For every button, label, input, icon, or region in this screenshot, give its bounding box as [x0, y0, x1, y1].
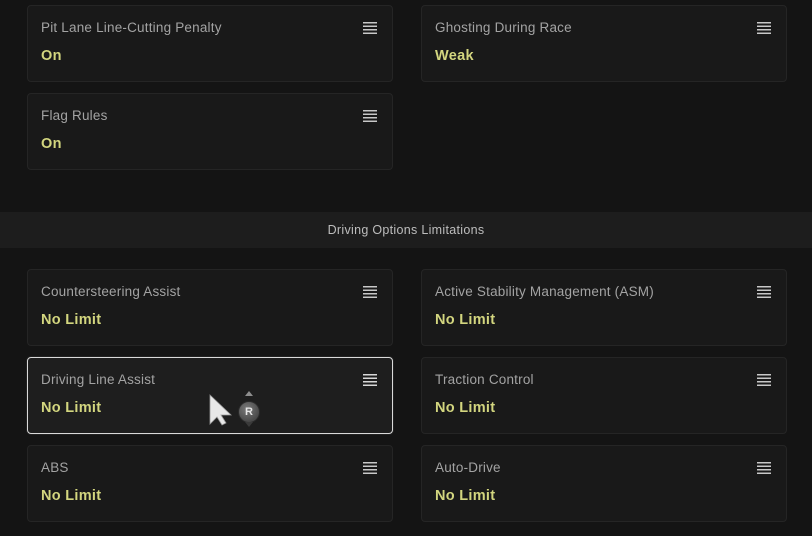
option-value: No Limit [435, 312, 496, 328]
setting-pit-lane-line-cutting-penalty[interactable]: Pit Lane Line-Cutting Penalty On [27, 5, 393, 82]
option-value: No Limit [435, 400, 496, 416]
section-header-driving-options: Driving Options Limitations [0, 212, 812, 248]
section-title: Driving Options Limitations [327, 223, 485, 237]
option-abs[interactable]: ABS No Limit [27, 445, 393, 522]
option-label: Traction Control [435, 372, 534, 387]
menu-lines-icon [757, 22, 771, 34]
arrow-down-icon [245, 422, 253, 427]
setting-value: On [41, 136, 62, 152]
option-auto-drive[interactable]: Auto-Drive No Limit [421, 445, 787, 522]
option-label: Active Stability Management (ASM) [435, 284, 654, 299]
right-stick-icon: R [238, 401, 260, 423]
menu-lines-icon [363, 286, 377, 298]
menu-lines-icon [757, 286, 771, 298]
menu-lines-icon [363, 22, 377, 34]
setting-flag-rules[interactable]: Flag Rules On [27, 93, 393, 170]
setting-label: Ghosting During Race [435, 20, 572, 35]
menu-lines-icon [757, 462, 771, 474]
right-stick-badge: R [238, 391, 260, 427]
option-label: Countersteering Assist [41, 284, 181, 299]
arrow-up-icon [245, 391, 253, 396]
menu-lines-icon [363, 110, 377, 122]
option-value: No Limit [41, 400, 102, 416]
option-label: ABS [41, 460, 69, 475]
option-label: Driving Line Assist [41, 372, 156, 387]
option-value: No Limit [435, 488, 496, 504]
menu-lines-icon [757, 374, 771, 386]
option-active-stability-management[interactable]: Active Stability Management (ASM) No Lim… [421, 269, 787, 346]
setting-value: On [41, 48, 62, 64]
setting-value: Weak [435, 48, 474, 64]
option-value: No Limit [41, 488, 102, 504]
option-countersteering-assist[interactable]: Countersteering Assist No Limit [27, 269, 393, 346]
menu-lines-icon [363, 374, 377, 386]
setting-ghosting-during-race[interactable]: Ghosting During Race Weak [421, 5, 787, 82]
option-traction-control[interactable]: Traction Control No Limit [421, 357, 787, 434]
menu-lines-icon [363, 462, 377, 474]
option-label: Auto-Drive [435, 460, 501, 475]
setting-label: Flag Rules [41, 108, 108, 123]
option-value: No Limit [41, 312, 102, 328]
cursor-arrow-icon [209, 394, 232, 426]
setting-label: Pit Lane Line-Cutting Penalty [41, 20, 222, 35]
